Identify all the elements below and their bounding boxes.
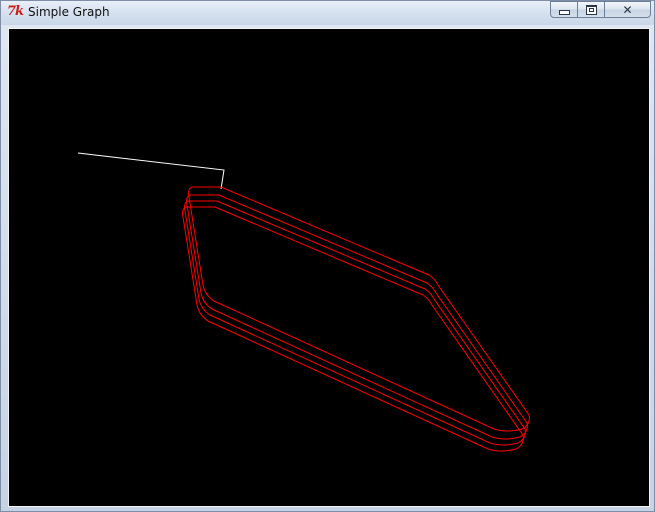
maximize-button[interactable] xyxy=(577,1,605,18)
loop-path-1 xyxy=(188,186,530,432)
graph-plot xyxy=(77,152,530,452)
minimize-button[interactable] xyxy=(550,1,578,18)
loop-path-3 xyxy=(184,200,526,446)
loop-path-4 xyxy=(182,206,524,452)
graph-canvas[interactable] xyxy=(8,28,650,507)
window-title: Simple Graph xyxy=(28,5,110,19)
app-window: 7k Simple Graph ✕ xyxy=(0,0,655,512)
close-icon: ✕ xyxy=(622,2,633,17)
title-bar[interactable]: 7k Simple Graph ✕ xyxy=(1,1,654,25)
lead-line xyxy=(77,152,225,190)
tk-feather-icon[interactable]: 7k xyxy=(7,4,25,20)
minimize-icon xyxy=(558,9,570,15)
close-button[interactable]: ✕ xyxy=(604,1,651,18)
maximize-icon xyxy=(585,4,597,15)
loop-path-2 xyxy=(186,194,528,440)
